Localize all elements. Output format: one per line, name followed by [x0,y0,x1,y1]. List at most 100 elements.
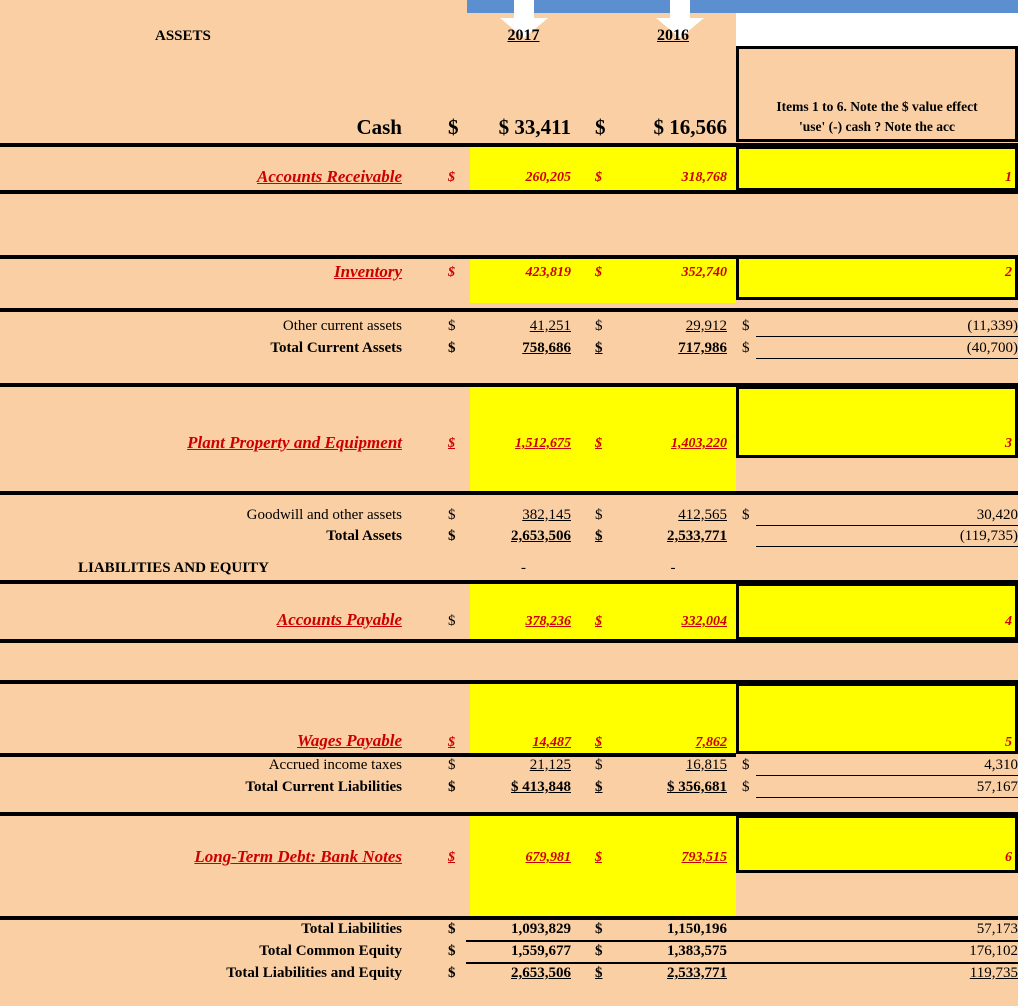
row-value-2016-goodwill[interactable]: 412,565 [613,505,733,526]
row-value-2017-cash[interactable]: $ 33,411 [466,112,581,142]
note-column-header: Items 1 to 6. Note the $ value effect 'u… [736,46,1018,142]
row-value-2016-total-liabilities[interactable]: 1,150,196 [613,919,733,940]
currency-symbol: $ [595,757,603,773]
note-index-1: 1 [1005,170,1012,185]
row-value-2017-long-term-debt[interactable]: 679,981 [466,847,581,869]
row-value-2016-long-term-debt[interactable]: 793,515 [613,847,733,869]
row-value-2016-total-liabilities-and-equity[interactable]: 2,533,771 [613,963,733,984]
note-value-total-current-liabilities[interactable]: 57,167 [756,777,1018,798]
row-label-long-term-debt: Long-Term Debt: Bank Notes [194,847,402,866]
row-value-2017-other-current-assets[interactable]: 41,251 [466,316,581,337]
currency-symbol: $ [448,170,455,185]
row-label-total-liabilities: Total Liabilities [301,921,402,937]
note-index-2: 2 [1005,265,1012,280]
row-value-2017-total-current-assets[interactable]: 758,686 [466,338,581,359]
white-gap [736,13,1018,46]
currency-symbol: $ [448,943,456,959]
row-label-total-current-liabilities: Total Current Liabilities [245,779,402,795]
note-value-total-current-assets[interactable]: (40,700) [756,338,1018,359]
row-value-2016-cash[interactable]: $ 16,566 [613,112,733,142]
currency-symbol: $ [448,528,456,544]
row-label-total-current-assets: Total Current Assets [270,340,402,356]
row-value-2016-total-current-liabilities[interactable]: $ 356,681 [613,777,733,798]
section-title-assets: ASSETS [155,28,211,44]
currency-symbol: $ [448,779,456,795]
row-label-cash: Cash [356,115,402,139]
row-label-accrued-income-taxes: Accrued income taxes [268,757,402,773]
row-value-2016-inventory[interactable]: 352,740 [613,262,733,284]
row-value-2016-total-assets[interactable]: 2,533,771 [613,526,733,547]
currency-symbol: $ [595,170,602,185]
currency-symbol: $ [595,614,602,629]
rule [0,491,1018,495]
currency-symbol: $ [595,528,603,544]
row-value-2016-accounts-receivable[interactable]: 318,768 [613,167,733,189]
row-label-inventory: Inventory [334,262,402,281]
row-value-2017-total-liabilities[interactable]: 1,093,829 [466,919,581,940]
row-label-total-liabilities-and-equity: Total Liabilities and Equity [226,965,402,981]
currency-symbol: $ [595,115,606,139]
balance-sheet-grid: ASSETS 2017 2016 Items 1 to 6. Note the … [0,0,1018,1006]
row-label-accounts-receivable: Accounts Receivable [257,167,402,186]
note-value-goodwill[interactable]: 30,420 [756,505,1018,526]
row-value-2017-ppe[interactable]: 1,512,675 [466,433,581,455]
row-value-2016-liabilities-header: - [670,560,676,576]
column-header-2017: 2017 [507,27,540,44]
row-value-2017-accounts-receivable[interactable]: 260,205 [466,167,581,189]
column-header-2016: 2016 [657,27,689,44]
row-value-2016-accrued-income-taxes[interactable]: 16,815 [613,755,733,776]
note-value-total-liabilities[interactable]: 57,173 [756,919,1018,940]
note-value-total-common-equity[interactable]: 176,102 [756,941,1018,962]
note-index-6: 6 [1005,850,1012,865]
row-value-2016-ppe[interactable]: 1,403,220 [613,433,733,455]
currency-symbol: $ [448,921,456,937]
currency-symbol: $ [448,965,456,981]
row-label-other-current-assets: Other current assets [282,318,402,334]
currency-symbol: $ [448,340,456,356]
row-value-2017-total-liabilities-and-equity[interactable]: 2,653,506 [466,963,581,984]
row-value-2017-inventory[interactable]: 423,819 [466,262,581,284]
rule [0,639,1018,643]
note-index-3: 3 [1005,436,1012,451]
row-value-2016-total-current-assets[interactable]: 717,986 [613,338,733,359]
row-label-goodwill: Goodwill and other assets [246,507,402,523]
row-label-total-common-equity: Total Common Equity [259,943,402,959]
currency-symbol: $ [595,318,603,334]
row-value-2017-accounts-payable[interactable]: 378,236 [466,611,581,632]
note-value-total-liabilities-and-equity[interactable]: 119,735 [756,963,1018,984]
row-value-2017-goodwill[interactable]: 382,145 [466,505,581,526]
note-value-total-assets[interactable]: (119,735) [756,526,1018,547]
currency-symbol: $ [448,507,456,523]
currency-symbol: $ [595,965,603,981]
row-value-2017-total-common-equity[interactable]: 1,559,677 [466,941,581,962]
row-label-ppe: Plant Property and Equipment [187,433,402,452]
note-value-other-current-assets[interactable]: (11,339) [756,316,1018,337]
note-index-4: 4 [1005,614,1012,629]
row-value-2016-other-current-assets[interactable]: 29,912 [613,316,733,337]
currency-symbol: $ [595,436,602,451]
currency-symbol: $ [448,115,459,139]
currency-symbol: $ [448,613,456,629]
currency-symbol: $ [448,265,455,280]
row-value-2016-accounts-payable[interactable]: 332,004 [613,611,733,632]
currency-symbol: $ [595,921,603,937]
rule [0,190,1018,194]
note-index-5: 5 [1005,735,1012,750]
row-value-2017-wages-payable[interactable]: 14,487 [466,732,581,753]
currency-symbol: $ [595,507,603,523]
row-value-2017-accrued-income-taxes[interactable]: 21,125 [466,755,581,776]
row-value-2016-wages-payable[interactable]: 7,862 [613,732,733,753]
currency-symbol: $ [448,436,455,451]
currency-symbol: $ [595,850,602,865]
row-value-2017-total-current-liabilities[interactable]: $ 413,848 [466,777,581,798]
currency-symbol: $ [595,340,603,356]
currency-symbol: $ [448,850,455,865]
row-value-2016-total-common-equity[interactable]: 1,383,575 [613,941,733,962]
row-label-wages-payable: Wages Payable [297,731,402,750]
currency-symbol: $ [595,943,603,959]
row-value-2017-liabilities-header: - [521,560,526,576]
row-value-2017-total-assets[interactable]: 2,653,506 [466,526,581,547]
note-value-accrued-income-taxes[interactable]: 4,310 [756,755,1018,776]
currency-symbol: $ [595,779,603,795]
note-header-line-2: 'use' (-) cash ? Note the acc [799,119,955,134]
